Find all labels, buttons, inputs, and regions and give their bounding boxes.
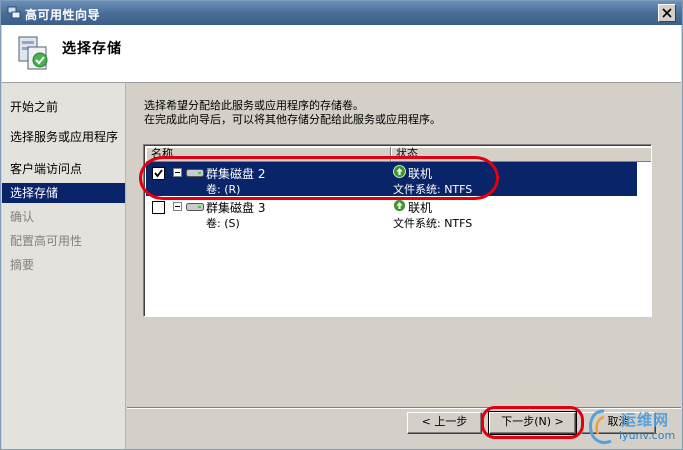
- nav-step-configure-ha: 配置高可用性: [10, 234, 83, 248]
- disk-name: 群集磁盘 3: [206, 201, 266, 215]
- wizard-header: 选择存储: [2, 25, 681, 83]
- close-button[interactable]: [658, 4, 676, 22]
- close-icon: [662, 8, 672, 18]
- wizard-window: 高可用性向导 选择存储 开始之前 选择服务或应用程序 客户端访问点 选择存储 确…: [0, 0, 683, 450]
- watermark-logo-icon: [589, 409, 612, 445]
- online-arrow-icon: [393, 165, 406, 178]
- watermark: 运维网 iyunv.com: [581, 405, 683, 450]
- description-line-2: 在完成此向导后，可以将其他存储分配给此服务或应用程序。: [144, 113, 441, 126]
- disk-icon: [186, 169, 204, 177]
- column-header-status[interactable]: 状态: [391, 147, 651, 162]
- disk-row[interactable]: 群集磁盘 2 卷: (R) 联机 文件系统: NTFS: [146, 162, 637, 196]
- previous-button[interactable]: < 上一步: [407, 412, 482, 434]
- nav-step-select-storage[interactable]: 选择存储: [2, 183, 125, 203]
- storage-list[interactable]: 名称 状态 群集磁盘 2 卷: (R) 联机 文件系统: NTFS 群集磁盘 3…: [143, 144, 652, 317]
- collapse-icon[interactable]: [173, 168, 182, 177]
- online-arrow-icon: [393, 199, 406, 212]
- disk-checkbox[interactable]: [152, 201, 165, 214]
- disk-filesystem: 文件系统: NTFS: [393, 183, 473, 196]
- checkmark-icon: [154, 169, 163, 178]
- disk-filesystem: 文件系统: NTFS: [393, 217, 473, 230]
- disk-checkbox[interactable]: [152, 167, 165, 180]
- disk-volume: 卷: (R): [206, 183, 241, 196]
- collapse-icon[interactable]: [173, 202, 182, 211]
- title-bar[interactable]: 高可用性向导: [1, 1, 682, 25]
- nav-step-summary: 摘要: [10, 258, 35, 272]
- disk-row[interactable]: 群集磁盘 3 卷: (S) 联机 文件系统: NTFS: [146, 196, 637, 230]
- list-header: 名称 状态: [146, 147, 651, 162]
- storage-wizard-icon: [18, 36, 48, 70]
- window-title: 高可用性向导: [25, 8, 101, 22]
- watermark-url: iyunv.com: [619, 429, 676, 442]
- cluster-icon: [7, 6, 21, 19]
- watermark-text: 运维网: [621, 411, 670, 429]
- nav-step-before-you-begin[interactable]: 开始之前: [2, 97, 125, 117]
- disk-icon: [186, 203, 204, 211]
- disk-status: 联机: [408, 201, 433, 215]
- disk-name: 群集磁盘 2: [206, 167, 266, 181]
- nav-step-confirmation: 确认: [10, 210, 35, 224]
- nav-step-client-access-point[interactable]: 客户端访问点: [2, 159, 125, 179]
- wizard-steps-nav: 开始之前 选择服务或应用程序 客户端访问点 选择存储 确认 配置高可用性 摘要: [2, 83, 126, 449]
- disk-status: 联机: [408, 167, 433, 181]
- disk-volume: 卷: (S): [206, 217, 240, 230]
- nav-step-select-service[interactable]: 选择服务或应用程序: [2, 127, 125, 147]
- next-button[interactable]: 下一步(N) >: [488, 411, 577, 435]
- column-header-name[interactable]: 名称: [146, 147, 391, 162]
- page-title: 选择存储: [62, 41, 122, 57]
